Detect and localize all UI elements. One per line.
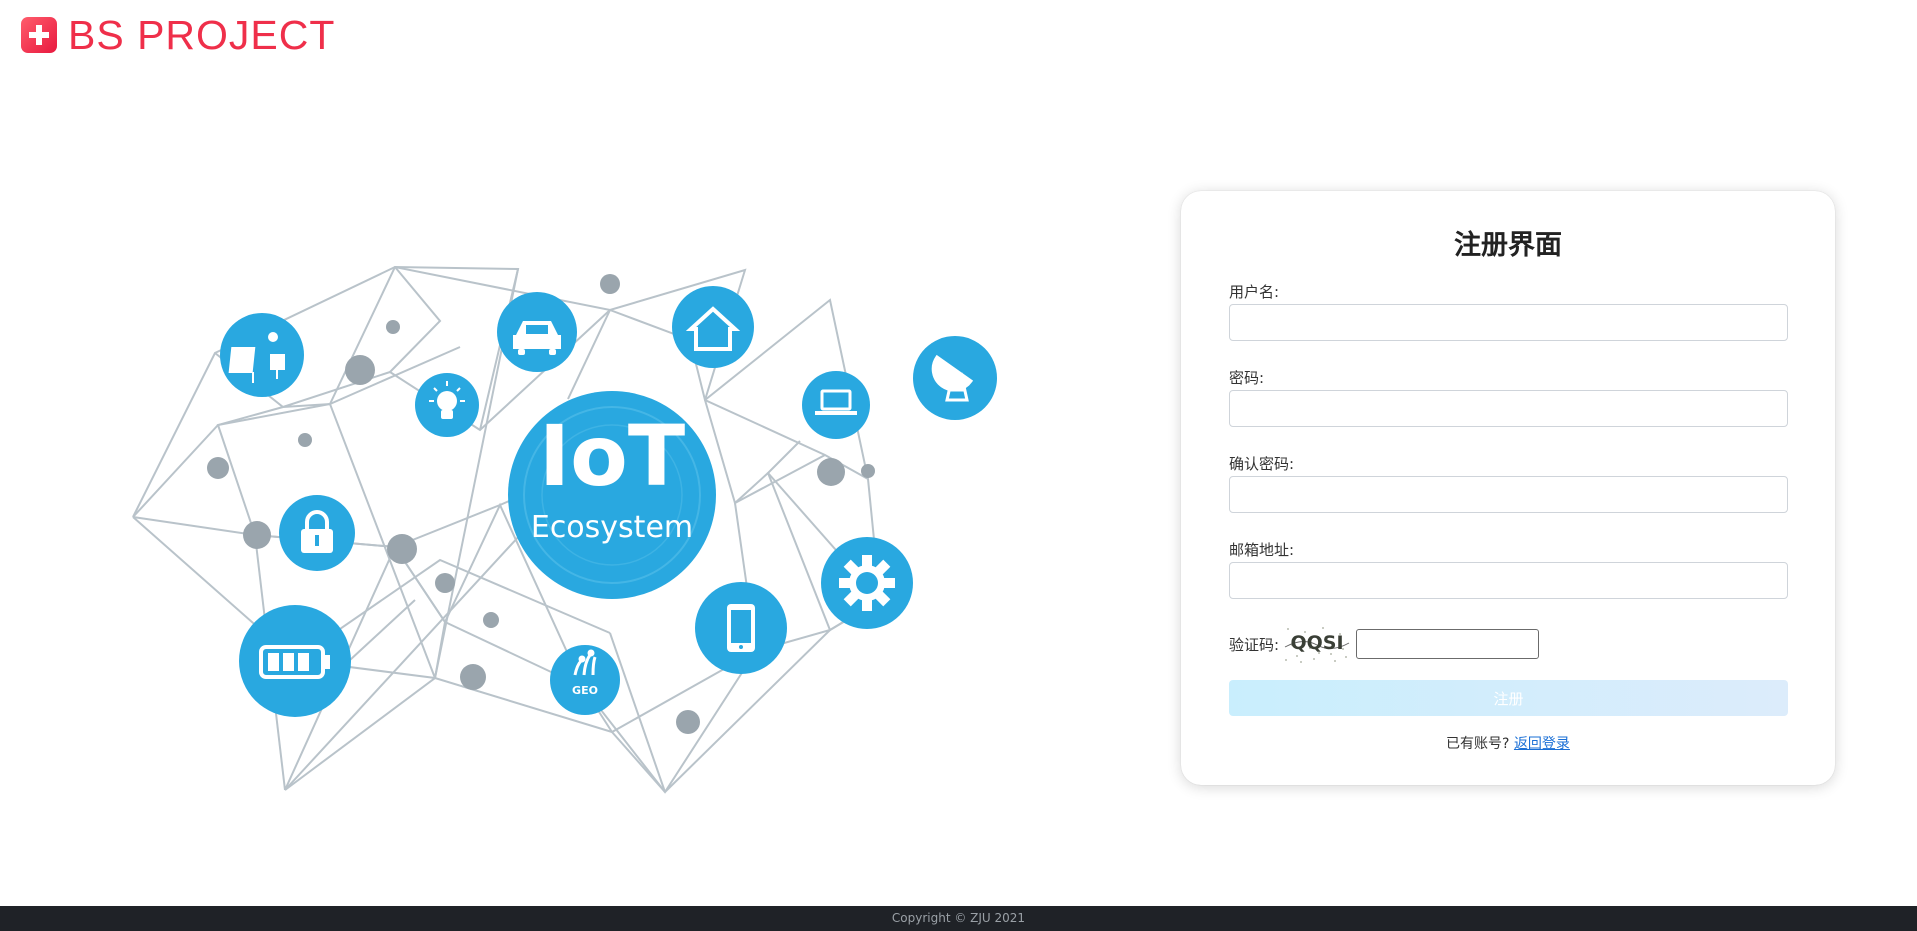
captcha-image[interactable]: QQSI xyxy=(1283,623,1352,665)
has-account-text: 已有账号? xyxy=(1446,736,1514,752)
captcha-label: 验证码: xyxy=(1229,635,1280,654)
iot-subtitle: Ecosystem xyxy=(531,510,693,545)
gear-icon xyxy=(839,555,895,611)
page-title: 注册界面 xyxy=(1454,230,1562,261)
confirm-password-label: 确认密码: xyxy=(1229,455,1295,473)
password-input[interactable] xyxy=(1229,390,1788,427)
back-to-login-link[interactable]: 返回登录 xyxy=(1514,736,1570,752)
geo-label: GEO xyxy=(572,684,598,697)
captcha-text: QQSI xyxy=(1291,632,1344,654)
iot-ecosystem-illustration: IoT Ecosystem GEO xyxy=(132,265,997,794)
captcha-row: 验证码: QQSI xyxy=(1229,623,1540,665)
brand-logo[interactable]: BS PROJECT xyxy=(21,14,335,56)
register-card: 注册界面 用户名: 密码: 确认密码: 邮箱地址: 验证码: QQSI 注册 已… xyxy=(1181,191,1835,785)
username-input[interactable] xyxy=(1229,304,1788,341)
plus-cross-icon xyxy=(21,17,57,53)
register-button[interactable]: 注册 xyxy=(1229,680,1788,716)
iot-title: IoT xyxy=(539,407,685,505)
email-input[interactable] xyxy=(1229,562,1788,599)
captcha-input[interactable] xyxy=(1356,629,1540,659)
copyright-text: Copyright © ZJU 2021 xyxy=(891,911,1026,925)
confirm-password-input[interactable] xyxy=(1229,476,1788,513)
email-label: 邮箱地址: xyxy=(1229,541,1295,559)
login-prompt: 已有账号? 返回登录 xyxy=(1181,733,1835,753)
brand-name: BS PROJECT xyxy=(68,11,336,58)
password-label: 密码: xyxy=(1229,369,1265,387)
smartphone-icon xyxy=(727,604,755,652)
username-label: 用户名: xyxy=(1229,283,1280,301)
footer: Copyright © ZJU 2021 xyxy=(0,906,1917,931)
